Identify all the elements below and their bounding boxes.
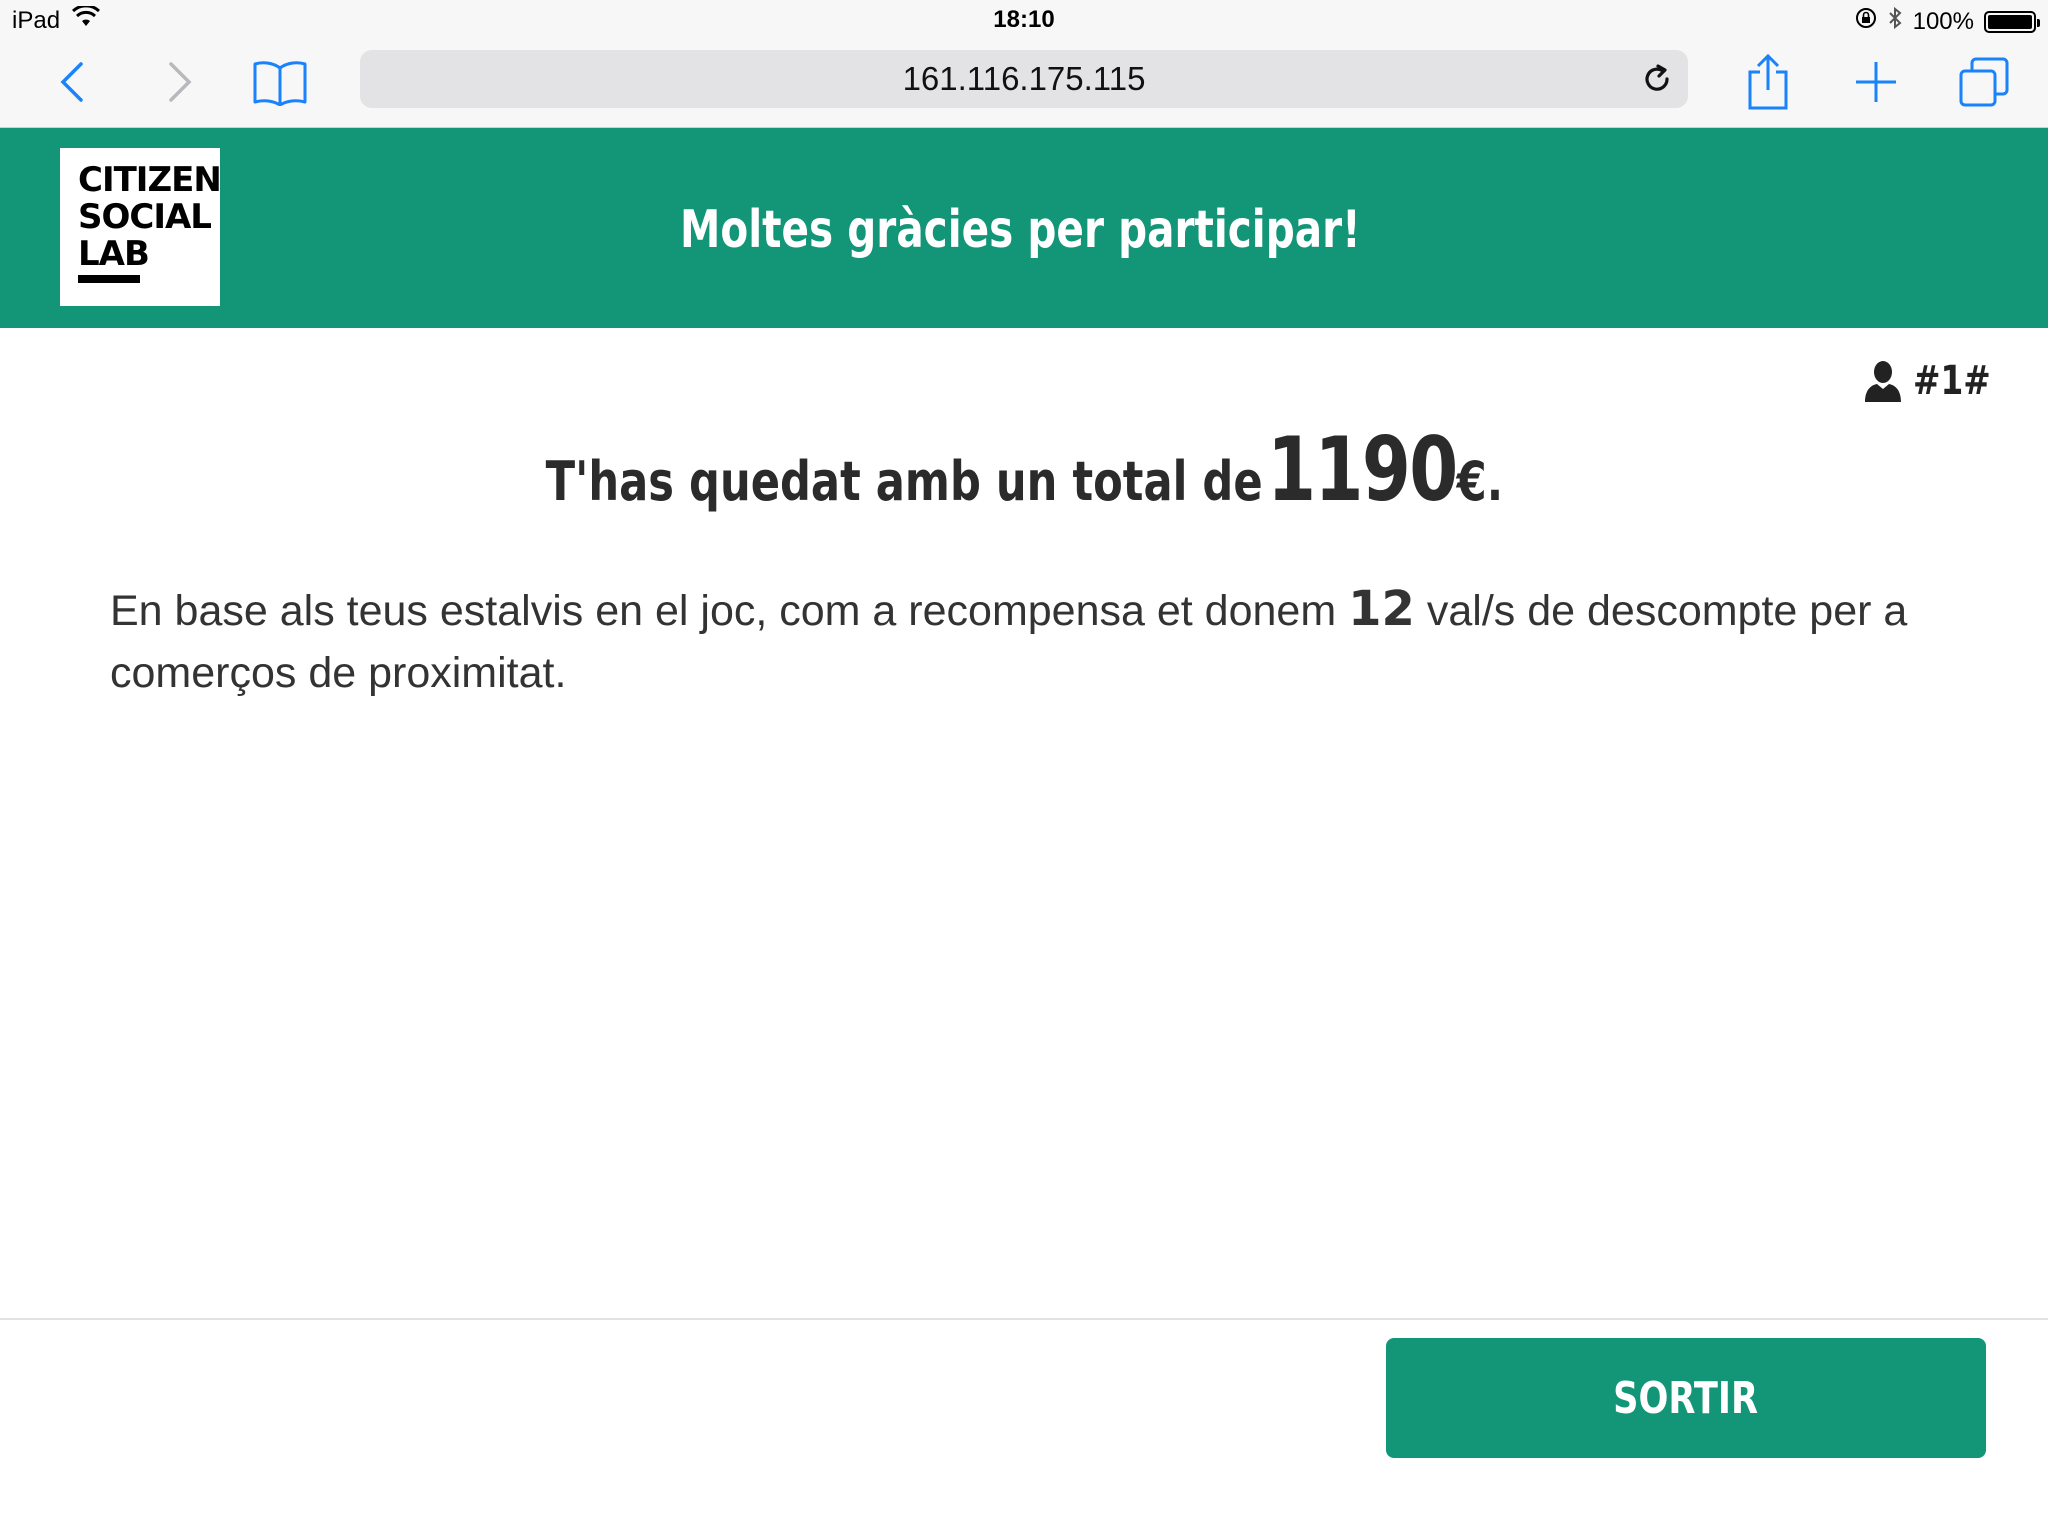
footer-divider	[0, 1318, 2048, 1320]
battery-icon	[1984, 10, 2040, 33]
status-right: 100%	[1855, 6, 2040, 37]
reload-icon	[1645, 64, 1669, 91]
total-amount: 1190	[1266, 418, 1458, 521]
url-text: 161.116.175.115	[902, 60, 1146, 97]
logo-line: LAB	[78, 234, 150, 274]
address-bar[interactable]: 161.116.175.115	[360, 50, 1688, 108]
citizen-social-lab-logo: CITIZEN SOCIAL LAB	[60, 148, 222, 306]
bookmarks-button[interactable]	[250, 52, 310, 112]
status-bar: iPad 18:10 100%	[0, 0, 2048, 40]
total-summary: T'has quedat amb un total de 1190€.	[0, 418, 2048, 521]
forward-button[interactable]	[160, 52, 200, 112]
reward-description: En base als teus estalvis en el joc, com…	[110, 578, 1970, 704]
browser-toolbar: 161.116.175.115	[0, 40, 2048, 128]
reward-prefix: En base als teus estalvis en el joc, com…	[110, 587, 1337, 635]
chevron-left-icon	[60, 62, 83, 102]
app-header: CITIZEN SOCIAL LAB Moltes gràcies per pa…	[0, 128, 2048, 328]
logo-underline	[78, 275, 140, 283]
battery-percent: 100%	[1912, 7, 1974, 35]
reload-button[interactable]	[1640, 62, 1674, 96]
user-code: #1#	[1913, 358, 1991, 404]
page-title-text: Moltes gràcies per participar!	[679, 200, 1361, 260]
rotation-lock-icon	[1855, 7, 1877, 36]
book-icon	[253, 61, 307, 106]
user-icon	[1865, 361, 1902, 402]
user-badge: #1#	[1863, 358, 2008, 404]
new-tab-button[interactable]	[1848, 52, 1904, 112]
voucher-count: 12	[1348, 581, 1415, 637]
share-button[interactable]	[1740, 52, 1796, 112]
clock: 18:10	[993, 6, 1055, 33]
tabs-icon	[1959, 57, 2009, 107]
total-label: T'has quedat amb un total de	[545, 450, 1263, 513]
exit-button[interactable]: SORTIR	[1386, 1338, 1986, 1458]
page-title: Moltes gràcies per participar!	[420, 200, 1620, 260]
logo-line: SOCIAL	[78, 197, 212, 237]
bluetooth-icon	[1887, 6, 1903, 37]
exit-button-label: SORTIR	[1613, 1372, 1759, 1424]
tabs-button[interactable]	[1956, 52, 2012, 112]
chevron-right-icon	[169, 62, 192, 102]
plus-icon	[1856, 62, 1896, 102]
total-currency: €.	[1456, 450, 1503, 513]
logo-line: CITIZEN	[78, 160, 222, 200]
share-icon	[1748, 54, 1788, 110]
back-button[interactable]	[52, 52, 92, 112]
